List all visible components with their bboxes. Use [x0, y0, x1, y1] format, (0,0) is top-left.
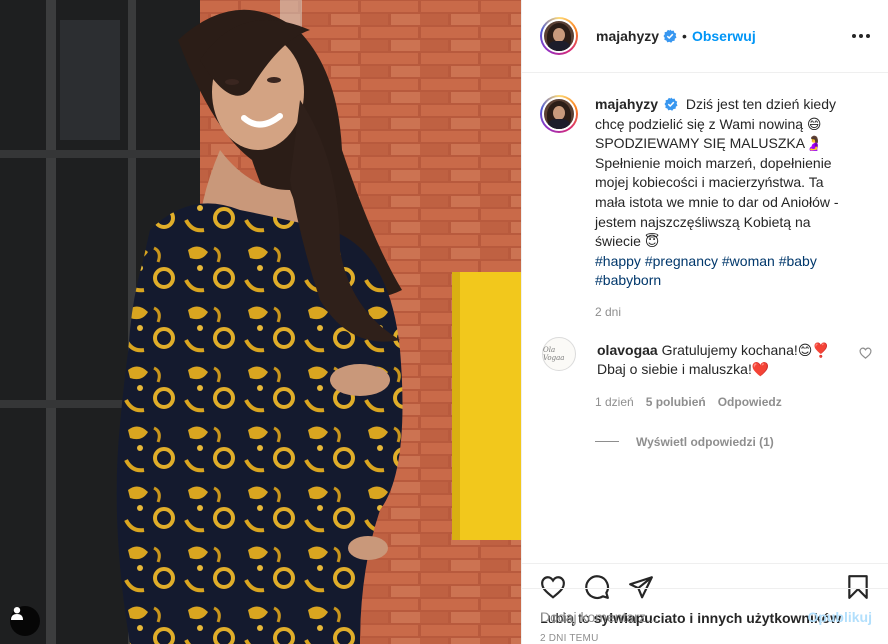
comments-section: majahyzy Dziś jest ten dzień kiedy chcę … — [522, 73, 888, 563]
photo-illustration — [0, 0, 521, 644]
instagram-post: majahyzy • Obserwuj majahyzy Dziś jest t… — [0, 0, 888, 644]
follow-button[interactable]: Obserwuj — [692, 28, 756, 44]
user-icon — [11, 607, 23, 620]
commenter-username[interactable]: olavogaa — [597, 342, 658, 358]
add-comment-bar: Opublikuj — [522, 588, 888, 644]
comment-likes[interactable]: 5 polubień — [646, 395, 706, 409]
separator-dot: • — [682, 28, 687, 44]
author-avatar[interactable] — [540, 17, 578, 55]
view-replies-button[interactable]: Wyświetl odpowiedzi (1) — [595, 435, 872, 449]
comment-time[interactable]: 1 dzień — [595, 395, 634, 409]
post-details-panel: majahyzy • Obserwuj majahyzy Dziś jest t… — [521, 0, 888, 644]
heart-icon[interactable] — [859, 347, 872, 359]
post-header: majahyzy • Obserwuj — [522, 0, 888, 73]
caption-author-avatar[interactable] — [540, 95, 578, 133]
verified-badge-icon — [664, 97, 678, 111]
comment-item: Ola Vogaa olavogaa Gratulujemy kochana!😊… — [540, 336, 872, 379]
hashtag-link[interactable]: #pregnancy — [645, 253, 718, 269]
comment-text: olavogaa Gratulujemy kochana!😊❣️ Dbaj o … — [597, 341, 837, 379]
hashtag-link[interactable]: #happy — [595, 253, 641, 269]
hashtag-link[interactable]: #babyborn — [595, 272, 661, 288]
hashtag-link[interactable]: #woman — [722, 253, 775, 269]
verified-badge-icon — [663, 29, 677, 43]
view-replies-label: Wyświetl odpowiedzi (1) — [636, 434, 774, 449]
commenter-avatar[interactable]: Ola Vogaa — [542, 336, 576, 371]
hashtag-link[interactable]: #baby — [779, 253, 817, 269]
reply-button[interactable]: Odpowiedz — [718, 395, 782, 409]
comment-input[interactable] — [540, 608, 808, 625]
caption-text: majahyzy Dziś jest ten dzień kiedy chcę … — [595, 95, 855, 291]
author-username[interactable]: majahyzy — [596, 28, 659, 44]
caption: majahyzy Dziś jest ten dzień kiedy chcę … — [540, 95, 872, 291]
comment-meta: 1 dzień 5 polubień Odpowiedz — [595, 395, 872, 409]
more-options-icon[interactable] — [850, 28, 872, 44]
tagged-users-button[interactable] — [10, 606, 40, 636]
caption-time[interactable]: 2 dni — [595, 305, 872, 319]
replies-divider — [595, 441, 619, 443]
caption-body: Dziś jest ten dzień kiedy chcę podzielić… — [595, 96, 839, 250]
caption-username[interactable]: majahyzy — [595, 96, 658, 112]
publish-button[interactable]: Opublikuj — [807, 609, 872, 625]
post-photo[interactable] — [0, 0, 521, 644]
